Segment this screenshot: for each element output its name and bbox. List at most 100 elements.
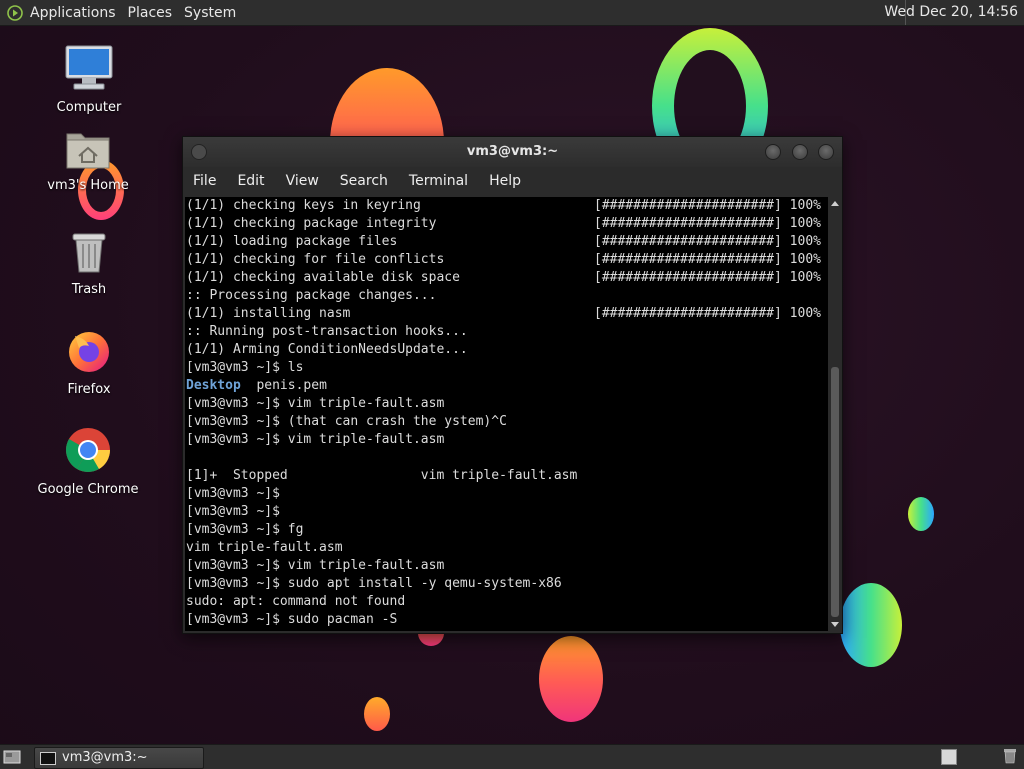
workspace-switcher[interactable] [941, 749, 957, 765]
desktop-icon-firefox[interactable]: Firefox [34, 326, 144, 397]
terminal-line: [1]+ Stopped vim triple-fault.asm [185, 467, 828, 485]
scroll-up-arrow-icon[interactable] [831, 201, 839, 206]
terminal-line: [vm3@vm3 ~]$ sudo pacman -S [185, 611, 828, 629]
trash-icon [34, 230, 144, 278]
terminal-line: [vm3@vm3 ~]$ ls [185, 359, 828, 377]
progress-text: [######################] 100% [594, 270, 821, 285]
terminal-line: (1/1) Arming ConditionNeedsUpdate... [185, 341, 828, 359]
terminal-scrollbar[interactable] [829, 197, 841, 631]
window-menu-icon[interactable] [191, 144, 207, 160]
menu-applications[interactable]: Applications [30, 5, 116, 21]
trash-applet-icon[interactable] [1003, 748, 1017, 764]
terminal-line-text: [vm3@vm3 ~]$ vim triple-fault.asm [186, 558, 445, 573]
window-titlebar[interactable]: vm3@vm3:~ [183, 137, 842, 167]
terminal-line: vim triple-fault.asm [185, 539, 828, 557]
terminal-line-text: [vm3@vm3 ~]$ (that can crash the ystem)^… [186, 414, 507, 429]
terminal-line: sudo: apt: command not found [185, 593, 828, 611]
terminal-line: (1/1) checking package integrity [#######… [185, 215, 828, 233]
terminal-line-text: vim triple-fault.asm [186, 540, 343, 555]
terminal-line-text: (1/1) checking keys in keyring [186, 198, 421, 213]
terminal-line-text: [vm3@vm3 ~]$ vim triple-fault.asm [186, 396, 445, 411]
terminal-line-text: [vm3@vm3 ~]$ [186, 504, 280, 519]
terminal-icon [40, 752, 56, 765]
desktop-icon-label: Firefox [67, 382, 111, 397]
minimize-icon[interactable] [765, 144, 781, 160]
menu-terminal[interactable]: Terminal [399, 173, 479, 189]
desktop-icon-home[interactable]: vm3's Home [33, 128, 143, 193]
terminal-line: [vm3@vm3 ~]$ sudo apt install -y qemu-sy… [185, 575, 828, 593]
terminal-line-text: sudo: apt: command not found [186, 594, 406, 609]
close-icon[interactable] [818, 144, 834, 160]
scrollbar-thumb[interactable] [831, 367, 839, 617]
terminal-line-text: [1]+ Stopped vim triple-fault.asm [186, 468, 578, 483]
terminal-line-text: (1/1) checking available disk space [186, 270, 460, 285]
terminal-line: (1/1) checking keys in keyring [#########… [185, 197, 828, 215]
scroll-down-arrow-icon[interactable] [831, 622, 839, 627]
menu-file[interactable]: File [183, 173, 227, 189]
desktop-icon-label: Google Chrome [37, 482, 139, 497]
terminal-line: [vm3@vm3 ~]$ vim triple-fault.asm [185, 431, 828, 449]
terminal-line: [vm3@vm3 ~]$ vim triple-fault.asm [185, 395, 828, 413]
desktop-icon-label: vm3's Home [47, 178, 129, 193]
terminal-line-text: :: Running post-transaction hooks... [186, 324, 468, 339]
terminal-line-text: [vm3@vm3 ~]$ vim triple-fault.asm [186, 432, 445, 447]
terminal-line-text: [vm3@vm3 ~]$ ls [186, 360, 304, 375]
menu-search[interactable]: Search [330, 173, 399, 189]
show-desktop-icon[interactable] [3, 749, 21, 764]
terminal-line: [vm3@vm3 ~]$ [185, 503, 828, 521]
progress-text: [######################] 100% [594, 234, 821, 249]
bottom-panel: vm3@vm3:~ [0, 744, 1024, 769]
terminal-line: (1/1) installing nasm [##################… [185, 305, 828, 323]
home-folder-icon [33, 128, 143, 174]
terminal-line: [vm3@vm3 ~]$ (that can crash the ystem)^… [185, 413, 828, 431]
terminal-window[interactable]: vm3@vm3:~ File Edit View Search Terminal… [182, 136, 843, 634]
terminal-line-text: (1/1) installing nasm [186, 306, 351, 321]
terminal-line: (1/1) checking for file conflicts [######… [185, 251, 828, 269]
terminal-line: (1/1) checking available disk space [####… [185, 269, 828, 287]
terminal-line-text: [vm3@vm3 ~]$ [186, 486, 280, 501]
terminal-line-text: (1/1) Arming ConditionNeedsUpdate... [186, 342, 468, 357]
chrome-icon [33, 426, 143, 478]
wallpaper-blue-green-blob [908, 497, 934, 531]
terminal-line-text: (1/1) checking package integrity [186, 216, 437, 231]
wallpaper-orange-blob [539, 636, 603, 722]
terminal-line-text: [vm3@vm3 ~]$ sudo apt install -y qemu-sy… [186, 576, 562, 591]
menu-places[interactable]: Places [128, 5, 173, 21]
terminal-menubar: File Edit View Search Terminal Help [183, 167, 842, 195]
progress-text: [######################] 100% [594, 216, 821, 231]
menu-edit[interactable]: Edit [227, 173, 275, 189]
menu-system[interactable]: System [184, 5, 236, 21]
progress-text: [######################] 100% [594, 198, 821, 213]
terminal-line-text: penis.pem [240, 378, 327, 393]
taskbar-item-terminal[interactable]: vm3@vm3:~ [34, 747, 204, 769]
desktop-icon-label: Computer [56, 100, 122, 115]
terminal-line-text: (1/1) loading package files [186, 234, 398, 249]
menu-view[interactable]: View [276, 173, 330, 189]
terminal-line-text: :: Processing package changes... [186, 288, 437, 303]
terminal-line: [vm3@vm3 ~]$ vim triple-fault.asm [185, 557, 828, 575]
clock[interactable]: Wed Dec 20, 14:56 [884, 4, 1018, 20]
terminal-line: (1/1) loading package files [############… [185, 233, 828, 251]
top-panel: Applications Places System Wed Dec 20, 1… [0, 0, 1024, 26]
maximize-icon[interactable] [792, 144, 808, 160]
desktop-icon-chrome[interactable]: Google Chrome [33, 426, 143, 497]
terminal-line-text: [vm3@vm3 ~]$ sudo pacman -S [186, 612, 398, 627]
desktop-icon-label: Trash [71, 282, 107, 297]
terminal-line-text: [vm3@vm3 ~]$ fg [186, 522, 304, 537]
terminal-output[interactable]: (1/1) checking keys in keyring [#########… [185, 197, 828, 631]
desktop-icon-computer[interactable]: Computer [34, 44, 144, 115]
progress-text: [######################] 100% [594, 306, 821, 321]
terminal-line: [vm3@vm3 ~]$ [185, 485, 828, 503]
terminal-line-text: (1/1) checking for file conflicts [186, 252, 445, 267]
terminal-line: :: Processing package changes... [185, 287, 828, 305]
firefox-icon [34, 326, 144, 378]
terminal-line: Desktop penis.pem [185, 377, 828, 395]
wallpaper-blue-green-blob [840, 583, 902, 667]
progress-text: [######################] 100% [594, 252, 821, 267]
wallpaper-orange-blob [364, 697, 390, 731]
desktop-icon-trash[interactable]: Trash [34, 230, 144, 297]
applications-logo-icon[interactable] [6, 4, 24, 22]
menu-help[interactable]: Help [479, 173, 532, 189]
window-title: vm3@vm3:~ [466, 144, 559, 159]
